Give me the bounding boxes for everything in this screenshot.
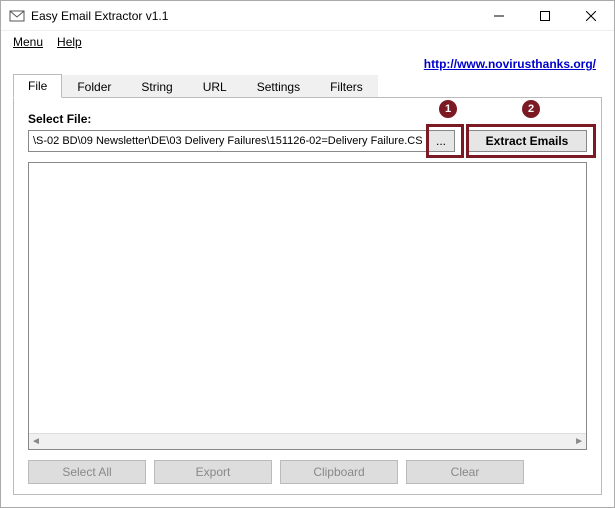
- extract-emails-button[interactable]: Extract Emails: [467, 130, 587, 152]
- select-all-button[interactable]: Select All: [28, 460, 146, 484]
- file-path-input[interactable]: [28, 130, 427, 152]
- website-link[interactable]: http://www.novirusthanks.org/: [424, 57, 596, 71]
- scroll-left-icon[interactable]: ◄: [31, 436, 41, 447]
- results-content: [29, 163, 586, 433]
- clear-button[interactable]: Clear: [406, 460, 524, 484]
- export-button[interactable]: Export: [154, 460, 272, 484]
- select-file-label: Select File:: [28, 112, 587, 126]
- menu-item-menu[interactable]: Menu: [7, 33, 49, 51]
- tab-settings[interactable]: Settings: [242, 75, 315, 98]
- tab-filters[interactable]: Filters: [315, 75, 378, 98]
- file-row: ... Extract Emails 1 2: [28, 130, 587, 152]
- window-controls: [476, 1, 614, 30]
- maximize-button[interactable]: [522, 1, 568, 30]
- title-bar: Easy Email Extractor v1.1: [1, 1, 614, 31]
- scroll-right-icon[interactable]: ►: [574, 436, 584, 447]
- file-tab-panel: Select File: ... Extract Emails 1 2 ◄ ► …: [13, 97, 602, 495]
- app-window: Easy Email Extractor v1.1 Menu Help http…: [0, 0, 615, 508]
- close-button[interactable]: [568, 1, 614, 30]
- menu-bar: Menu Help: [1, 31, 614, 53]
- link-row: http://www.novirusthanks.org/: [1, 53, 614, 73]
- tab-strip: File Folder String URL Settings Filters: [1, 73, 614, 97]
- browse-button[interactable]: ...: [427, 130, 455, 152]
- tab-url[interactable]: URL: [188, 75, 242, 98]
- horizontal-scrollbar[interactable]: ◄ ►: [29, 433, 586, 449]
- menu-item-help[interactable]: Help: [51, 33, 88, 51]
- tab-file[interactable]: File: [13, 74, 62, 98]
- tab-string[interactable]: String: [126, 75, 187, 98]
- app-icon: [9, 8, 25, 24]
- tab-folder[interactable]: Folder: [62, 75, 126, 98]
- bottom-button-row: Select All Export Clipboard Clear: [28, 460, 587, 484]
- results-list[interactable]: ◄ ►: [28, 162, 587, 450]
- clipboard-button[interactable]: Clipboard: [280, 460, 398, 484]
- minimize-button[interactable]: [476, 1, 522, 30]
- window-title: Easy Email Extractor v1.1: [31, 9, 476, 23]
